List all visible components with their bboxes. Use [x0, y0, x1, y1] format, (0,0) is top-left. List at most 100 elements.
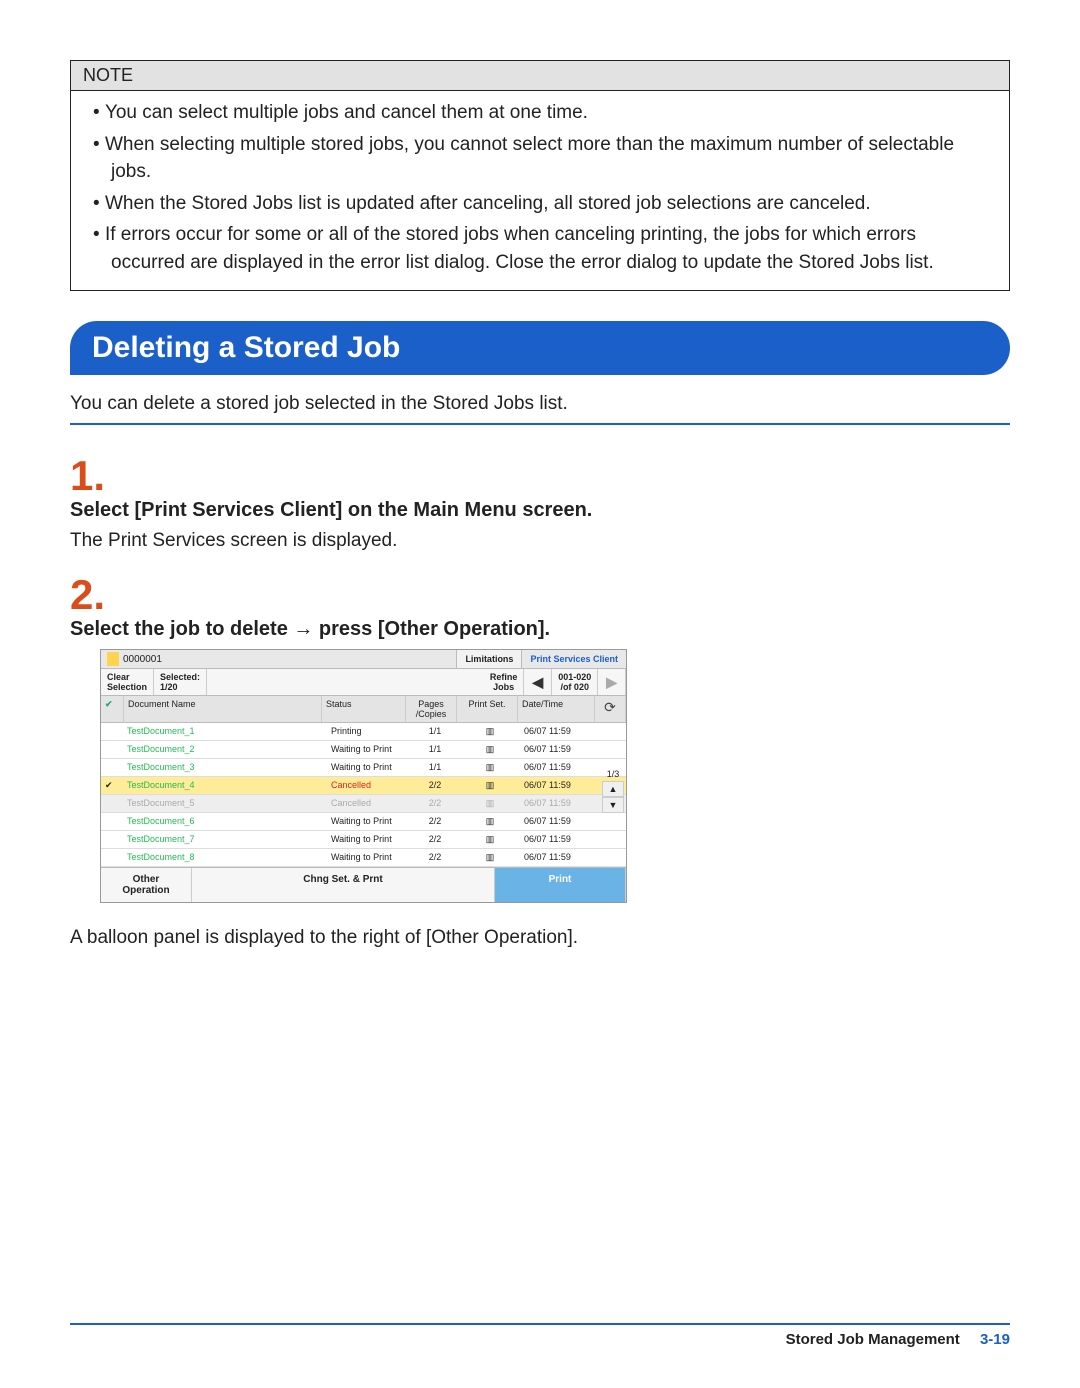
row-datetime: 06/07 11:59 — [520, 813, 596, 830]
page-counter: 1/3 — [602, 767, 624, 781]
divider — [70, 423, 1010, 425]
row-name: TestDocument_8 — [123, 849, 327, 866]
print-button[interactable]: Print — [495, 868, 626, 902]
prev-page-button[interactable]: ◀ — [524, 669, 552, 695]
row-pages: 1/1 — [410, 741, 460, 758]
row-pages: 2/2 — [410, 849, 460, 866]
row-check[interactable] — [101, 813, 123, 830]
user-icon — [107, 652, 119, 666]
row-check[interactable]: ✔ — [101, 777, 123, 794]
note-item-0: You can select multiple jobs and cancel … — [105, 102, 588, 123]
footer-page: 3-19 — [980, 1331, 1010, 1348]
step-1-desc: The Print Services screen is displayed. — [70, 530, 1010, 552]
row-datetime: 06/07 11:59 — [520, 849, 596, 866]
row-datetime: 06/07 11:59 — [520, 777, 596, 794]
note-box: NOTE • You can select multiple jobs and … — [70, 60, 1010, 291]
row-status: Cancelled — [327, 777, 410, 794]
ss-branding: Print Services Client — [521, 650, 626, 668]
row-check[interactable] — [101, 795, 123, 812]
table-row[interactable]: TestDocument_5Cancelled2/2▥06/07 11:59 — [101, 795, 626, 813]
row-pset-icon: ▥ — [460, 759, 520, 776]
row-status: Printing — [327, 723, 410, 740]
step-1-title: Select [Print Services Client] on the Ma… — [70, 499, 1010, 522]
row-datetime: 06/07 11:59 — [520, 723, 596, 740]
row-pset-icon: ▥ — [460, 723, 520, 740]
section-intro: You can delete a stored job selected in … — [70, 393, 1010, 415]
table-row[interactable]: ✔TestDocument_4Cancelled2/2▥06/07 11:59 — [101, 777, 626, 795]
row-name: TestDocument_5 — [123, 795, 327, 812]
table-row[interactable]: TestDocument_6Waiting to Print2/2▥06/07 … — [101, 813, 626, 831]
scroll-up-icon[interactable]: ▲ — [602, 781, 624, 797]
scroll-down-icon[interactable]: ▼ — [602, 797, 624, 813]
table-row[interactable]: TestDocument_2Waiting to Print1/1▥06/07 … — [101, 741, 626, 759]
other-operation-button[interactable]: Other Operation — [101, 868, 192, 902]
page-range: 001-020 /of 020 — [552, 669, 598, 695]
note-title: NOTE — [71, 61, 1009, 91]
ss-user-id: 0000001 — [123, 654, 162, 665]
row-pset-icon: ▥ — [460, 741, 520, 758]
row-status: Waiting to Print — [327, 813, 410, 830]
row-pages: 2/2 — [410, 831, 460, 848]
row-name: TestDocument_2 — [123, 741, 327, 758]
row-pset-icon: ▥ — [460, 849, 520, 866]
page-footer: Stored Job Management 3-19 — [70, 1323, 1010, 1348]
row-check[interactable] — [101, 831, 123, 848]
row-datetime: 06/07 11:59 — [520, 759, 596, 776]
row-pages: 1/1 — [410, 759, 460, 776]
chng-set-prnt-button[interactable]: Chng Set. & Prnt — [192, 868, 495, 902]
embedded-screenshot: 0000001 Limitations Print Services Clien… — [100, 649, 627, 903]
row-datetime: 06/07 11:59 — [520, 741, 596, 758]
row-name: TestDocument_7 — [123, 831, 327, 848]
selected-counter: Selected: 1/20 — [154, 669, 207, 695]
row-status: Waiting to Print — [327, 759, 410, 776]
col-dt[interactable]: Date/Time — [518, 696, 595, 722]
after-screenshot-text: A balloon panel is displayed to the righ… — [70, 927, 1010, 949]
col-status[interactable]: Status — [322, 696, 406, 722]
step-1-number: 1. — [70, 455, 1010, 497]
col-pages[interactable]: Pages /Copies — [406, 696, 457, 722]
row-status: Cancelled — [327, 795, 410, 812]
table-row[interactable]: TestDocument_7Waiting to Print2/2▥06/07 … — [101, 831, 626, 849]
step-2-number: 2. — [70, 574, 1010, 616]
row-pset-icon: ▥ — [460, 777, 520, 794]
row-status: Waiting to Print — [327, 741, 410, 758]
row-pset-icon: ▥ — [460, 795, 520, 812]
row-datetime: 06/07 11:59 — [520, 795, 596, 812]
row-datetime: 06/07 11:59 — [520, 831, 596, 848]
row-check[interactable] — [101, 759, 123, 776]
row-name: TestDocument_6 — [123, 813, 327, 830]
row-status: Waiting to Print — [327, 831, 410, 848]
row-pset-icon: ▥ — [460, 813, 520, 830]
refresh-icon[interactable]: ⟳ — [595, 696, 626, 722]
row-check[interactable] — [101, 849, 123, 866]
table-row[interactable]: TestDocument_3Waiting to Print1/1▥06/07 … — [101, 759, 626, 777]
footer-section: Stored Job Management — [786, 1331, 960, 1348]
col-name[interactable]: Document Name — [124, 696, 322, 722]
note-item-1: When selecting multiple stored jobs, you… — [105, 134, 954, 183]
table-row[interactable]: TestDocument_8Waiting to Print2/2▥06/07 … — [101, 849, 626, 867]
row-pages: 2/2 — [410, 777, 460, 794]
note-item-3: If errors occur for some or all of the s… — [105, 224, 934, 273]
note-item-2: When the Stored Jobs list is updated aft… — [105, 193, 871, 214]
row-check[interactable] — [101, 741, 123, 758]
row-pages: 2/2 — [410, 813, 460, 830]
clear-selection-button[interactable]: Clear Selection — [101, 669, 154, 695]
col-pset[interactable]: Print Set. — [457, 696, 518, 722]
sort-check-icon[interactable]: ✔ — [101, 696, 124, 722]
row-name: TestDocument_4 — [123, 777, 327, 794]
row-pages: 2/2 — [410, 795, 460, 812]
table-row[interactable]: TestDocument_1Printing1/1▥06/07 11:59 — [101, 723, 626, 741]
step-2-title: Select the job to delete → press [Other … — [70, 618, 1010, 641]
next-page-button[interactable]: ▶ — [598, 669, 626, 695]
section-heading: Deleting a Stored Job — [70, 321, 1010, 375]
refine-jobs-button[interactable]: Refine Jobs — [484, 669, 525, 695]
row-name: TestDocument_1 — [123, 723, 327, 740]
row-pset-icon: ▥ — [460, 831, 520, 848]
row-name: TestDocument_3 — [123, 759, 327, 776]
limitations-button[interactable]: Limitations — [456, 650, 521, 668]
note-body: • You can select multiple jobs and cance… — [71, 91, 1009, 290]
row-pages: 1/1 — [410, 723, 460, 740]
row-check[interactable] — [101, 723, 123, 740]
column-headers: ✔ Document Name Status Pages /Copies Pri… — [101, 696, 626, 723]
row-status: Waiting to Print — [327, 849, 410, 866]
